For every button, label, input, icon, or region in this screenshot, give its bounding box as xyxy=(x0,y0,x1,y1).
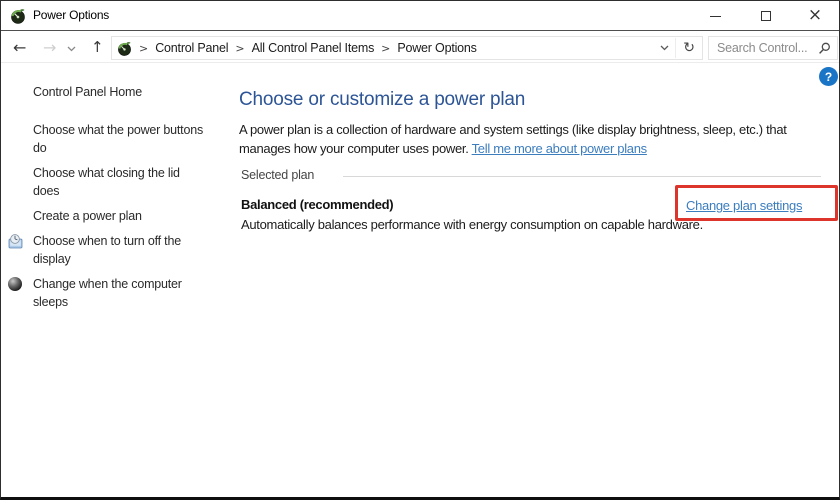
back-button[interactable]: ← xyxy=(13,32,26,63)
selected-plan-label: Selected plan xyxy=(241,168,314,182)
sidebar-item-control-panel-home[interactable]: Control Panel Home xyxy=(33,84,205,102)
sidebar-item-create-power-plan[interactable]: Create a power plan xyxy=(33,208,205,226)
plan-description: Automatically balances performance with … xyxy=(241,217,703,232)
section-divider xyxy=(343,176,821,177)
page-title: Choose or customize a power plan xyxy=(239,89,525,111)
power-options-breadcrumb-icon xyxy=(117,41,132,56)
plan-name: Balanced (recommended) xyxy=(241,197,393,212)
navigation-bar: ← → ↑ > Control Panel > All Control Pane… xyxy=(1,32,839,63)
power-options-app-icon xyxy=(10,8,26,24)
intro-paragraph: A power plan is a collection of hardware… xyxy=(239,121,839,158)
help-icon: ? xyxy=(825,70,832,84)
sidebar-item-turn-off-display[interactable]: Choose when to turn off the display xyxy=(33,233,205,268)
search-input[interactable] xyxy=(709,41,818,55)
breadcrumb-all-control-panel-items[interactable]: All Control Panel Items xyxy=(252,41,375,55)
window-title: Power Options xyxy=(33,1,109,30)
sidebar-item-power-buttons[interactable]: Choose what the power buttons do xyxy=(33,122,205,157)
sleep-orb-icon xyxy=(8,277,22,291)
close-button[interactable]: × xyxy=(795,1,835,30)
breadcrumb-power-options[interactable]: Power Options xyxy=(397,41,476,55)
help-button[interactable]: ? xyxy=(819,67,838,86)
chevron-down-icon xyxy=(660,45,669,51)
minimize-button[interactable] xyxy=(697,1,733,30)
tell-me-more-link[interactable]: Tell me more about power plans xyxy=(472,141,647,156)
sidebar-item-closing-lid[interactable]: Choose what closing the lid does xyxy=(33,165,205,200)
recent-pages-chevron-icon[interactable] xyxy=(67,46,76,52)
title-bar: Power Options × xyxy=(1,1,839,31)
maximize-button[interactable] xyxy=(748,1,784,30)
breadcrumb-separator: > xyxy=(139,42,148,55)
address-dropdown-button[interactable] xyxy=(654,37,675,59)
sidebar-item-computer-sleeps[interactable]: Change when the computer sleeps xyxy=(33,276,205,311)
up-button[interactable]: ↑ xyxy=(91,32,104,63)
close-icon: × xyxy=(808,7,822,24)
address-bar[interactable]: > Control Panel > All Control Panel Item… xyxy=(111,36,703,60)
breadcrumb-control-panel[interactable]: Control Panel xyxy=(155,41,228,55)
forward-button: → xyxy=(43,32,56,63)
breadcrumb-separator: > xyxy=(381,42,390,55)
breadcrumb-separator: > xyxy=(235,42,244,55)
minimize-icon xyxy=(710,16,721,17)
maximize-icon xyxy=(761,11,771,21)
search-box xyxy=(708,36,838,60)
search-icon[interactable] xyxy=(818,42,831,55)
refresh-button[interactable]: ↻ xyxy=(676,37,702,59)
display-clock-icon xyxy=(8,233,24,249)
change-plan-settings-link[interactable]: Change plan settings xyxy=(686,198,802,213)
power-options-window: Power Options × ← → ↑ > Control Panel > … xyxy=(0,0,840,500)
